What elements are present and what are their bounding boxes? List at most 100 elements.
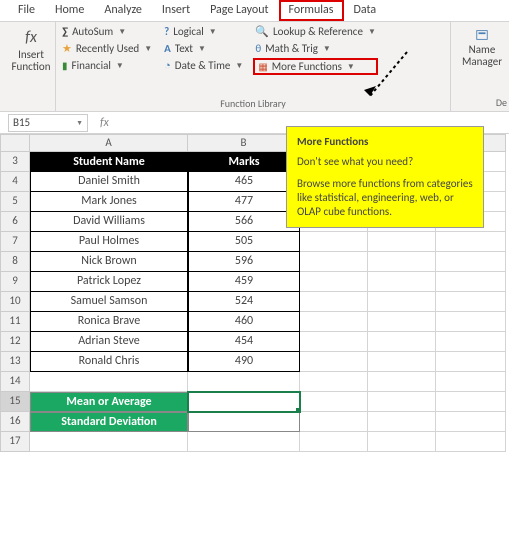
- row-header[interactable]: 13: [0, 352, 30, 372]
- tab-insert[interactable]: Insert: [152, 0, 200, 21]
- cell[interactable]: [300, 432, 368, 452]
- row-header[interactable]: 5: [0, 192, 30, 212]
- cell[interactable]: [300, 232, 368, 252]
- cell[interactable]: [368, 352, 436, 372]
- tab-data[interactable]: Data: [344, 0, 387, 21]
- cell[interactable]: [368, 392, 436, 412]
- cell[interactable]: [436, 312, 506, 332]
- tab-formulas[interactable]: Formulas: [279, 0, 344, 21]
- cell[interactable]: [188, 372, 300, 392]
- autosum-button[interactable]: ∑AutoSum▼: [60, 24, 154, 39]
- cell[interactable]: [436, 392, 506, 412]
- cell[interactable]: [368, 252, 436, 272]
- tab-file[interactable]: File: [8, 0, 45, 21]
- select-all-corner[interactable]: [0, 134, 30, 152]
- cell[interactable]: [300, 372, 368, 392]
- logical-button[interactable]: ?Logical▼: [162, 24, 245, 39]
- cell[interactable]: [368, 292, 436, 312]
- cell[interactable]: [30, 372, 188, 392]
- row-header[interactable]: 7: [0, 232, 30, 252]
- cell[interactable]: Adrian Steve: [30, 332, 188, 352]
- cell[interactable]: [436, 332, 506, 352]
- cell[interactable]: [300, 272, 368, 292]
- cell[interactable]: [436, 232, 506, 252]
- cell[interactable]: [300, 352, 368, 372]
- cell[interactable]: 460: [188, 312, 300, 332]
- cell[interactable]: [300, 412, 368, 432]
- lookup-button[interactable]: 🔍Lookup & Reference▼: [253, 24, 378, 39]
- cell[interactable]: [436, 412, 506, 432]
- insert-function-button[interactable]: fx Insert Function: [6, 24, 56, 73]
- cell[interactable]: [436, 252, 506, 272]
- cell[interactable]: [436, 372, 506, 392]
- row-header[interactable]: 11: [0, 312, 30, 332]
- cell[interactable]: [300, 332, 368, 352]
- cell[interactable]: 490: [188, 352, 300, 372]
- cell[interactable]: [436, 352, 506, 372]
- more-functions-button[interactable]: ▦More Functions▼: [253, 58, 378, 75]
- text-button[interactable]: AText▼: [162, 41, 245, 56]
- name-box[interactable]: B15 ▼: [8, 114, 88, 132]
- cell[interactable]: Mark Jones: [30, 192, 188, 212]
- cell-selected[interactable]: [188, 392, 300, 412]
- cell[interactable]: [188, 412, 300, 432]
- tab-pagelayout[interactable]: Page Layout: [200, 0, 278, 21]
- col-header-A[interactable]: A: [30, 134, 188, 152]
- cell[interactable]: [368, 312, 436, 332]
- row-header[interactable]: 4: [0, 172, 30, 192]
- cell[interactable]: Standard Deviation: [30, 412, 188, 432]
- cell[interactable]: 596: [188, 252, 300, 272]
- cell[interactable]: [436, 292, 506, 312]
- cell[interactable]: [300, 292, 368, 312]
- cell[interactable]: 454: [188, 332, 300, 352]
- cell[interactable]: Paul Holmes: [30, 232, 188, 252]
- cell[interactable]: 459: [188, 272, 300, 292]
- cell[interactable]: Marks: [188, 152, 300, 172]
- cell[interactable]: [300, 312, 368, 332]
- row-header[interactable]: 9: [0, 272, 30, 292]
- row-header[interactable]: 16: [0, 412, 30, 432]
- cell[interactable]: 465: [188, 172, 300, 192]
- cell[interactable]: [436, 432, 506, 452]
- cell[interactable]: 505: [188, 232, 300, 252]
- cell[interactable]: Student Name: [30, 152, 188, 172]
- cell[interactable]: Mean or Average: [30, 392, 188, 412]
- row-header[interactable]: 8: [0, 252, 30, 272]
- cell[interactable]: Ronica Brave: [30, 312, 188, 332]
- cell[interactable]: [368, 232, 436, 252]
- cell[interactable]: [368, 372, 436, 392]
- row-header[interactable]: 3: [0, 152, 30, 172]
- datetime-button[interactable]: ◔Date & Time▼: [162, 58, 245, 73]
- cell[interactable]: [300, 252, 368, 272]
- financial-button[interactable]: ▮Financial▼: [60, 58, 154, 73]
- row-header[interactable]: 17: [0, 432, 30, 452]
- tab-analyze[interactable]: Analyze: [94, 0, 152, 21]
- mathtrig-button[interactable]: θMath & Trig▼: [253, 41, 378, 56]
- cell[interactable]: Nick Brown: [30, 252, 188, 272]
- cell[interactable]: [368, 412, 436, 432]
- cell[interactable]: [368, 432, 436, 452]
- fx-icon[interactable]: fx: [96, 116, 113, 130]
- cell[interactable]: [368, 272, 436, 292]
- row-header[interactable]: 10: [0, 292, 30, 312]
- cell[interactable]: 566: [188, 212, 300, 232]
- row-header[interactable]: 15: [0, 392, 30, 412]
- cell[interactable]: 477: [188, 192, 300, 212]
- recently-used-button[interactable]: ★Recently Used▼: [60, 41, 154, 56]
- name-manager-button[interactable]: Name Manager: [457, 24, 507, 68]
- cell[interactable]: [188, 432, 300, 452]
- cell[interactable]: [300, 392, 368, 412]
- row-header[interactable]: 12: [0, 332, 30, 352]
- tab-home[interactable]: Home: [45, 0, 94, 21]
- cell[interactable]: [30, 432, 188, 452]
- cell[interactable]: Daniel Smith: [30, 172, 188, 192]
- row-header[interactable]: 6: [0, 212, 30, 232]
- cell[interactable]: [436, 272, 506, 292]
- cell[interactable]: Patrick Lopez: [30, 272, 188, 292]
- row-header[interactable]: 14: [0, 372, 30, 392]
- cell[interactable]: Ronald Chris: [30, 352, 188, 372]
- cell[interactable]: Samuel Samson: [30, 292, 188, 312]
- cell[interactable]: David Williams: [30, 212, 188, 232]
- cell[interactable]: 524: [188, 292, 300, 312]
- cell[interactable]: [368, 332, 436, 352]
